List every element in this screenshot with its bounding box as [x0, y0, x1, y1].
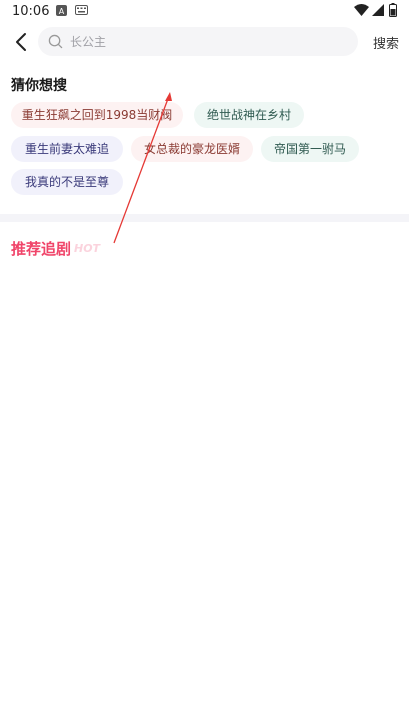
signal-icon — [372, 4, 384, 16]
search-button[interactable]: 搜索 — [373, 33, 399, 52]
svg-text:A: A — [59, 7, 65, 16]
status-bar: 10:06 A — [0, 0, 409, 24]
status-time: 10:06 — [12, 4, 50, 19]
hot-badge: HOT — [74, 242, 101, 255]
section-divider — [0, 214, 409, 222]
keyboard-icon — [75, 5, 88, 15]
search-input[interactable] — [70, 27, 340, 56]
recommend-section-title: 推荐追剧 — [11, 240, 72, 258]
chevron-left-icon[interactable] — [10, 30, 34, 54]
notification-a-icon: A — [56, 5, 67, 16]
wifi-icon — [354, 4, 369, 16]
search-box[interactable] — [38, 27, 358, 56]
search-suggestion-chip[interactable]: 女总裁的豪龙医婿 — [131, 136, 253, 162]
search-suggestion-chip[interactable]: 帝国第一驸马 — [261, 136, 359, 162]
guess-section-title: 猜你想搜 — [11, 78, 67, 94]
search-suggestion-chip[interactable]: 我真的不是至尊 — [11, 169, 123, 195]
search-suggestion-chip[interactable]: 重生狂飙之回到1998当财阀 — [11, 102, 183, 128]
search-suggestion-chip[interactable]: 重生前妻太难追 — [11, 136, 123, 162]
search-suggestion-chip[interactable]: 绝世战神在乡村 — [194, 102, 304, 128]
search-icon — [48, 34, 63, 49]
battery-icon — [389, 3, 397, 17]
